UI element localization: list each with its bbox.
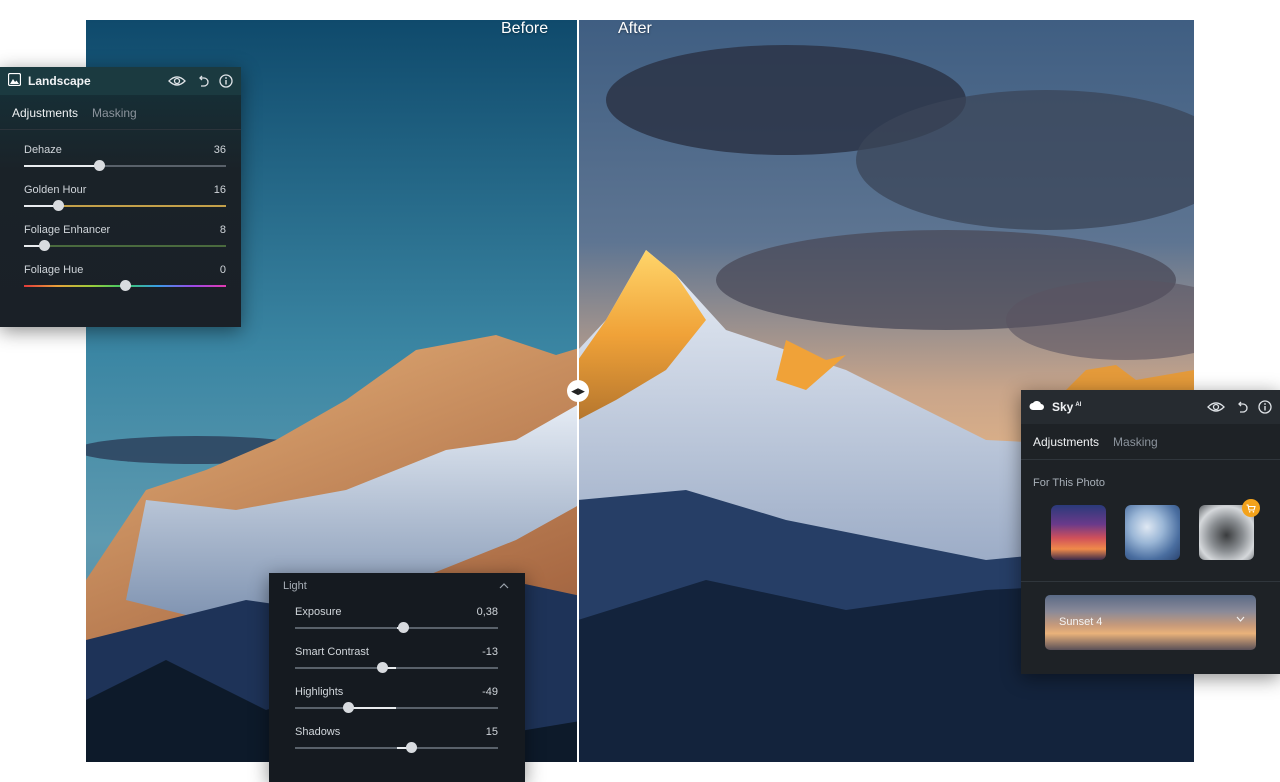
slider-track[interactable] bbox=[24, 160, 226, 171]
slider-knob[interactable] bbox=[377, 662, 389, 673]
sky-thumbnail-stormy[interactable] bbox=[1199, 499, 1260, 560]
after-label: After bbox=[618, 20, 652, 37]
double-arrow-icon[interactable]: ◀▶ bbox=[567, 380, 589, 402]
chevron-up-icon[interactable] bbox=[499, 580, 509, 592]
slider-value: -13 bbox=[482, 646, 498, 658]
sky-thumbnail-sunset[interactable] bbox=[1051, 505, 1106, 560]
slider-knob[interactable] bbox=[53, 200, 65, 211]
landscape-panel-title: Landscape bbox=[28, 74, 91, 88]
sky-panel-title: Sky AI bbox=[1052, 400, 1082, 414]
slider-track[interactable] bbox=[295, 702, 498, 713]
golden-hour-slider: Golden Hour 16 bbox=[24, 184, 226, 211]
sky-thumbnails bbox=[1021, 489, 1280, 560]
sky-panel-header: Sky AI bbox=[1021, 390, 1280, 424]
slider-knob[interactable] bbox=[342, 702, 354, 713]
slider-track[interactable] bbox=[24, 200, 226, 211]
landscape-panel: Landscape Adjustments Masking Dehaze 36 G… bbox=[0, 67, 241, 327]
light-panel: Light Exposure 0,38 Smart Contrast -13 Hig… bbox=[269, 573, 525, 782]
chevron-down-icon[interactable] bbox=[1236, 613, 1245, 625]
foliage-enhancer-slider: Foliage Enhancer 8 bbox=[24, 224, 226, 251]
slider-value: 0 bbox=[219, 264, 226, 276]
tab-adjustments[interactable]: Adjustments bbox=[1033, 435, 1099, 449]
slider-label: Golden Hour bbox=[24, 184, 87, 196]
tab-adjustments[interactable]: Adjustments bbox=[12, 106, 78, 120]
sky-preset-select[interactable]: Sunset 4 bbox=[1045, 595, 1256, 650]
slider-label: Foliage Hue bbox=[24, 264, 84, 276]
sky-tabs: Adjustments Masking bbox=[1021, 424, 1280, 460]
landscape-icon bbox=[7, 72, 22, 89]
for-this-photo-heading: For This Photo bbox=[1033, 477, 1105, 489]
slider-track[interactable] bbox=[295, 742, 498, 753]
sky-panel: Sky AI Adjustments Masking For This Photo… bbox=[1021, 390, 1280, 674]
undo-icon[interactable] bbox=[196, 75, 209, 88]
exposure-slider: Exposure 0,38 bbox=[295, 606, 498, 633]
cart-icon bbox=[1242, 499, 1260, 517]
slider-track[interactable] bbox=[24, 240, 226, 251]
eye-icon[interactable] bbox=[168, 75, 186, 87]
cloud-icon bbox=[1029, 400, 1045, 414]
tab-masking[interactable]: Masking bbox=[1113, 435, 1158, 449]
info-icon[interactable] bbox=[1258, 400, 1272, 414]
before-label: Before bbox=[501, 20, 549, 37]
slider-knob[interactable] bbox=[39, 240, 51, 251]
slider-track[interactable] bbox=[295, 662, 498, 673]
tab-masking[interactable]: Masking bbox=[92, 106, 137, 120]
undo-icon[interactable] bbox=[1235, 401, 1248, 414]
light-section-header[interactable]: Light bbox=[269, 573, 525, 592]
sky-preset-label: Sunset 4 bbox=[1059, 616, 1103, 628]
slider-label: Shadows bbox=[295, 726, 341, 738]
eye-icon[interactable] bbox=[1207, 401, 1225, 413]
highlights-slider: Highlights -49 bbox=[295, 686, 498, 713]
slider-label: Foliage Enhancer bbox=[24, 224, 111, 236]
slider-label: Highlights bbox=[295, 686, 344, 698]
info-icon[interactable] bbox=[219, 74, 233, 88]
slider-value: 15 bbox=[485, 726, 498, 738]
slider-value: 8 bbox=[219, 224, 226, 236]
slider-value: 36 bbox=[213, 144, 226, 156]
slider-value: 16 bbox=[213, 184, 226, 196]
slider-knob[interactable] bbox=[120, 280, 131, 291]
slider-track[interactable] bbox=[24, 280, 226, 291]
smart-contrast-slider: Smart Contrast -13 bbox=[295, 646, 498, 673]
slider-track[interactable] bbox=[295, 622, 498, 633]
slider-knob[interactable] bbox=[93, 160, 105, 171]
dehaze-slider: Dehaze 36 bbox=[24, 144, 226, 171]
landscape-tabs: Adjustments Masking bbox=[0, 95, 241, 130]
slider-label: Dehaze bbox=[24, 144, 62, 156]
slider-value: -49 bbox=[482, 686, 498, 698]
light-section-title: Light bbox=[283, 580, 307, 592]
slider-label: Smart Contrast bbox=[295, 646, 369, 658]
divider bbox=[1021, 581, 1280, 582]
slider-knob[interactable] bbox=[405, 742, 417, 753]
slider-value: 0,38 bbox=[476, 606, 498, 618]
landscape-panel-header: Landscape bbox=[0, 67, 241, 95]
sky-thumbnail-blue-cloudy[interactable] bbox=[1125, 505, 1180, 560]
slider-label: Exposure bbox=[295, 606, 342, 618]
foliage-hue-slider: Foliage Hue 0 bbox=[24, 264, 226, 291]
shadows-slider: Shadows 15 bbox=[295, 726, 498, 753]
slider-knob[interactable] bbox=[397, 622, 409, 633]
